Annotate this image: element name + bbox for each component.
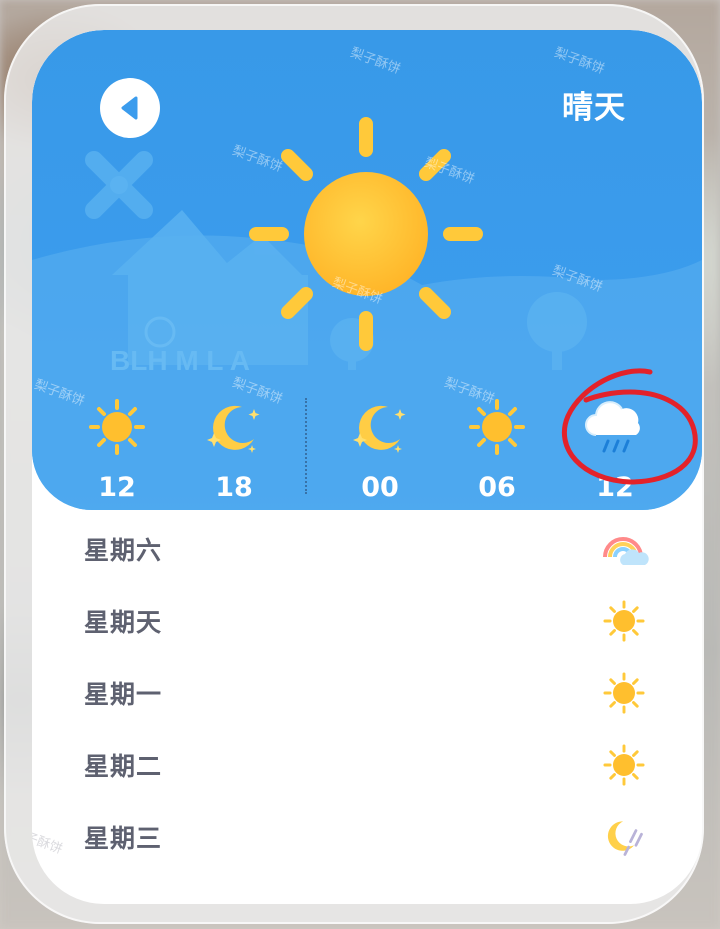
daily-item: 星期天 <box>84 596 649 646</box>
svg-text:BLH M L A: BLH M L A <box>110 345 250 376</box>
daily-item: 星期一 <box>84 668 649 718</box>
day-name: 星期二 <box>84 752 163 781</box>
day-name: 星期六 <box>84 536 163 565</box>
hourly-item: 06 <box>457 392 537 503</box>
sun-icon <box>603 744 645 786</box>
sun-icon <box>469 399 525 455</box>
sun-icon <box>249 117 483 351</box>
sun-icon <box>603 672 645 714</box>
weather-card: BLH M L A 晴天 12 18 00 06 12 梨子酥饼 梨子酥饼 梨子… <box>32 30 702 904</box>
weather-panel: BLH M L A 晴天 12 18 00 06 12 梨子酥饼 梨子酥饼 梨子… <box>4 4 704 924</box>
hourly-item: 18 <box>194 392 274 503</box>
highlight-circle <box>561 368 698 485</box>
moon-stars-icon <box>353 405 406 453</box>
daily-item: 星期二 <box>84 740 649 790</box>
day-name: 星期天 <box>84 608 163 637</box>
rainbow-cloud-icon <box>603 537 649 565</box>
moon-stars-icon <box>207 405 260 453</box>
daily-item: 星期六 <box>84 524 649 574</box>
hourly-time: 18 <box>215 472 253 503</box>
back-button[interactable] <box>100 78 160 138</box>
weather-condition-label: 晴天 <box>562 90 626 126</box>
hourly-item: 12 <box>77 392 157 503</box>
day-name: 星期三 <box>84 824 163 853</box>
sun-icon <box>89 399 145 455</box>
sun-icon <box>603 600 645 642</box>
hourly-time: 06 <box>478 472 516 503</box>
day-name: 星期一 <box>84 680 163 709</box>
watermark: 梨子酥饼 <box>32 825 65 858</box>
moon-rain-icon <box>607 821 643 856</box>
daily-item: 星期三 <box>84 812 649 862</box>
hourly-time: 12 <box>98 472 136 503</box>
hourly-item: 00 <box>340 392 420 503</box>
hourly-time: 00 <box>361 472 399 503</box>
back-arrow-icon <box>121 96 138 120</box>
